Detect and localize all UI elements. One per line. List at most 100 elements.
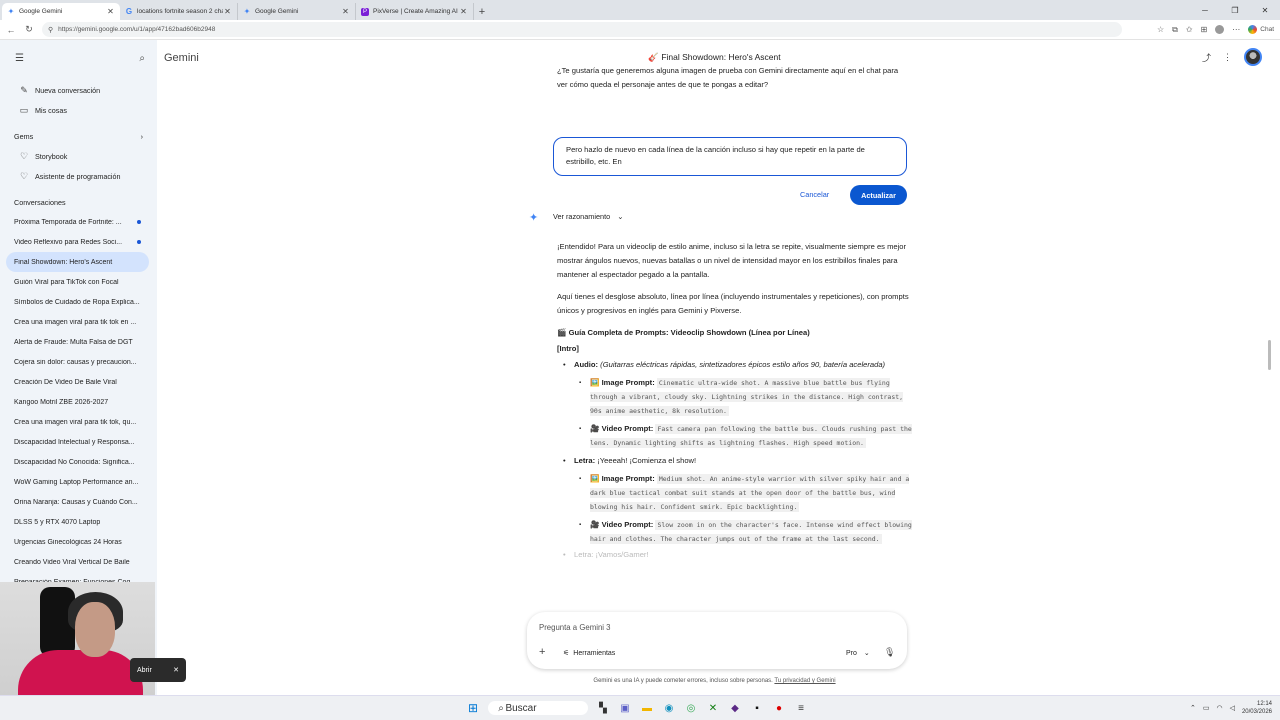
app-icon-2[interactable]: ≡ [794,701,808,715]
conversation-title: Crea una imagen viral para tik tok en ..… [14,318,137,326]
conversation-item[interactable]: Urgencias Ginecológicas 24 Horas [0,532,149,552]
browser-tab-fortnite[interactable]: G locations fortnite season 2 chapte ✕ [120,3,238,20]
gems-heading[interactable]: Gems › [0,126,157,146]
conversation-item[interactable]: Final Showdown: Hero's Ascent [6,252,149,272]
edge-icon[interactable]: ◉ [662,701,676,715]
volume-icon[interactable]: ◁ [1230,704,1235,712]
prompt-placeholder[interactable]: Pregunta a Gemini 3 [539,623,611,632]
close-window-icon[interactable]: ✕ [1250,0,1280,20]
copilot-chat-button[interactable]: Chat [1248,25,1274,34]
tools-button[interactable]: ⚟ Herramientas [563,649,615,658]
chrome-icon[interactable]: ◎ [684,701,698,715]
tab-title: locations fortnite season 2 chapte [137,8,223,15]
restore-icon[interactable]: ❐ [1220,0,1250,20]
conversation-item[interactable]: Cojera sin dolor: causas y precaucion... [0,352,149,372]
browser-tab-pixverse[interactable]: P PixVerse | Create Amazing AI Vide ✕ [356,3,474,20]
conversation-item[interactable]: Símbolos de Cuidado de Ropa Explica... [0,292,149,312]
new-chat-button[interactable]: ✎ Nueva conversación [0,80,157,100]
conversation-title: Discapacidad No Conocida: Significa... [14,458,135,466]
site-info-icon[interactable]: ⚲ [48,26,53,34]
task-view-icon[interactable]: ▚ [596,701,610,715]
conversation-item[interactable]: Crea una imagen viral para tik tok en ..… [0,312,149,332]
conversation-item[interactable]: Discapacidad Intelectual y Responsa... [0,432,149,452]
more-icon[interactable]: ⋯ [1232,25,1240,34]
gem-coding-assistant[interactable]: ♡ Asistente de programación [0,166,157,186]
conversation-title: Urgencias Ginecológicas 24 Horas [14,538,122,546]
prompt-input-box[interactable]: Pregunta a Gemini 3 + ⚟ Herramientas Pro… [527,612,907,669]
edit-prompt-field[interactable]: Pero hazlo de nuevo en cada línea de la … [553,137,907,176]
model-selector[interactable]: Pro ⌄ [846,649,870,657]
file-explorer-icon[interactable]: ▬ [640,701,654,715]
taskbar-search[interactable]: ⌕ Buscar [488,701,588,715]
conversation-title: Alerta de Fraude: Multa Falsa de DGT [14,338,133,346]
scroll-thumb[interactable] [1268,340,1271,370]
extensions-icon[interactable]: ⧉ [1172,25,1178,35]
privacy-link[interactable]: Tu privacidad y Gemini [774,678,835,684]
close-icon[interactable]: ✕ [223,7,232,16]
clock[interactable]: 12:14 20/03/2026 [1242,700,1272,716]
show-reasoning-toggle[interactable]: Ver razonamiento ⌄ [553,212,623,221]
app-icon[interactable]: ◆ [728,701,742,715]
cancel-button[interactable]: Cancelar [800,190,829,199]
header-actions: ⤴ ⋮ [1202,48,1262,66]
chevron-up-icon[interactable]: ⌃ [1190,704,1196,712]
capture-icon[interactable]: ● [772,701,786,715]
xbox-icon[interactable]: ✕ [706,701,720,715]
bookmark-star-icon[interactable]: ☆ [1157,25,1164,34]
profile-icon[interactable] [1215,25,1225,34]
add-icon[interactable]: + [539,646,545,658]
url-field[interactable]: ⚲ https://gemini.google.com/u/1/app/4716… [42,22,1122,37]
minimize-icon[interactable]: ─ [1190,0,1220,20]
conversation-item[interactable]: Orina Naranja: Causas y Cuándo Con... [0,492,149,512]
update-button[interactable]: Actualizar [850,185,907,205]
conversation-item[interactable]: DLSS 5 y RTX 4070 Laptop [0,512,149,532]
close-icon[interactable]: ✕ [459,7,468,16]
audio-label: Audio: [574,360,599,369]
app-name[interactable]: Gemini [164,52,199,64]
microphone-icon[interactable]: 🎙 [884,647,895,658]
close-icon[interactable]: ✕ [106,7,115,16]
back-icon[interactable]: ← [4,25,18,35]
gem-label: Asistente de programación [35,171,121,181]
conversation-item[interactable]: Guión Viral para TikTok con Focal [0,272,149,292]
conversation-item[interactable]: Video Reflexivo para Redes Soci... [0,232,149,252]
conversation-item[interactable]: Próxima Temporada de Fortnite: ... [0,212,149,232]
favorites-icon[interactable]: ✩ [1186,25,1193,34]
new-tab-button[interactable]: + [474,3,490,20]
wifi-icon[interactable]: ◠ [1216,704,1222,712]
conversation-item[interactable]: WoW Gaming Laptop Performance an... [0,472,149,492]
teams-icon[interactable]: ▣ [618,701,632,715]
conversation-item[interactable]: Crea una imagen viral para tik tok, qu..… [0,412,149,432]
audio-text: (Guitarras eléctricas rápidas, sintetiza… [600,360,886,369]
browser-tab-gemini[interactable]: ✦ Google Gemini ✕ [2,3,120,20]
share-icon[interactable]: ⤴ [1202,51,1211,64]
open-button[interactable]: Abrir [137,667,152,674]
battery-icon[interactable]: ▭ [1203,704,1210,712]
gem-storybook[interactable]: ♡ Storybook [0,146,157,166]
terminal-icon[interactable]: ▪ [750,701,764,715]
copilot-icon [1248,25,1258,34]
close-icon[interactable]: ✕ [341,7,350,16]
avatar[interactable] [1244,48,1262,66]
previous-response-text: ¿Te gustaría que generemos alguna imagen… [557,66,899,89]
conversation-item[interactable]: Creando Video Viral Vertical De Baile [0,552,149,572]
more-options-icon[interactable]: ⋮ [1223,52,1232,63]
new-chat-label: Nueva conversación [35,85,101,95]
search-icon[interactable]: ⌕ [139,53,145,64]
conversation-item[interactable]: Discapacidad No Conocida: Significa... [0,452,149,472]
windows-start-icon[interactable]: ⊞ [466,701,480,715]
collections-icon[interactable]: ⊞ [1201,25,1208,34]
conversation-title[interactable]: 🎸 Final Showdown: Hero's Ascent [157,52,1272,63]
reload-icon[interactable]: ↻ [22,24,36,35]
conversation-title: Discapacidad Intelectual y Responsa... [14,438,135,446]
conversation-item[interactable]: Creación De Video De Baile Viral [0,372,149,392]
conversation-item[interactable]: Kangoo Motril ZBE 2026-2027 [0,392,149,412]
scrollbar[interactable] [1267,50,1272,690]
my-stuff-button[interactable]: ▭ Mis cosas [0,100,157,120]
menu-icon[interactable]: ☰ [15,53,24,64]
browser-tab-gemini-2[interactable]: ✦ Google Gemini ✕ [238,3,356,20]
conversation-item[interactable]: Alerta de Fraude: Multa Falsa de DGT [0,332,149,352]
list-item-video-prompt: 🎥 Video Prompt: Fast camera pan followin… [579,422,912,450]
close-icon[interactable]: ✕ [173,666,179,674]
tab-title: PixVerse | Create Amazing AI Vide [373,8,459,15]
